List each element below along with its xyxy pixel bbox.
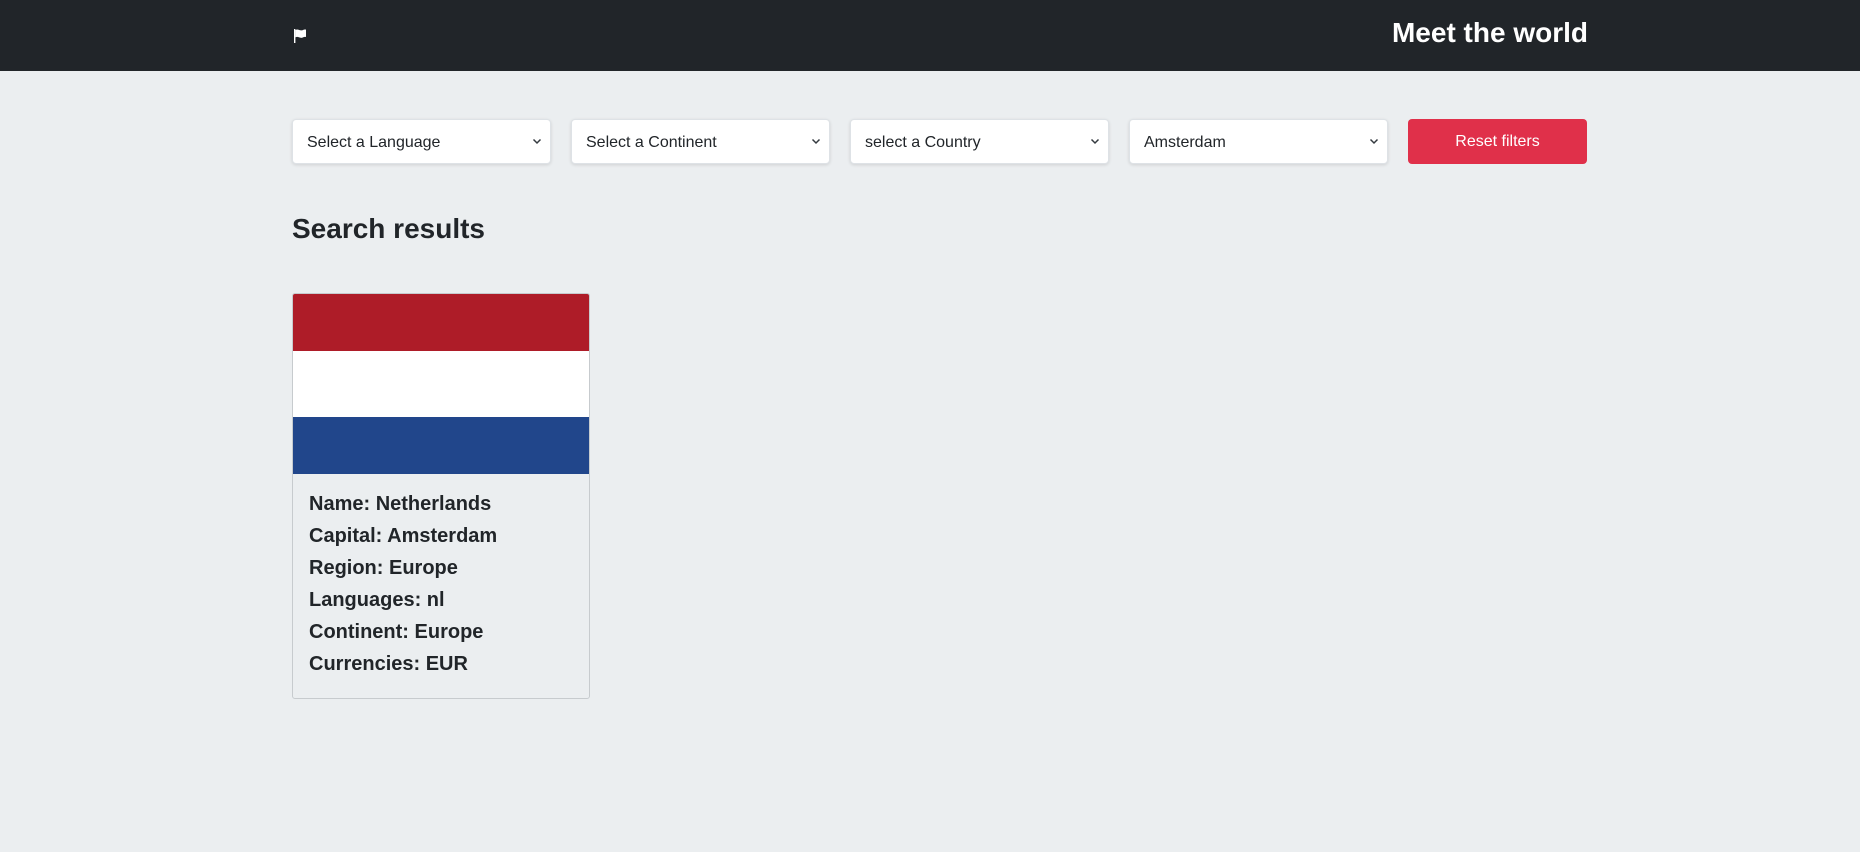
country-continent: Continent: Europe <box>309 621 484 643</box>
chevron-down-icon <box>1369 136 1379 146</box>
country-currencies: Currencies: EUR <box>309 653 468 675</box>
flag-stripe-middle <box>293 351 589 417</box>
language-select[interactable]: Select a Language <box>292 119 551 164</box>
country-flag-image <box>293 294 589 474</box>
flag-stripe-bottom <box>293 417 589 474</box>
language-select-value: Select a Language <box>307 134 441 151</box>
navbar: Meet the world <box>0 0 1860 71</box>
filter-bar: Select a Language Select a Continent sel… <box>292 119 1588 164</box>
chevron-down-icon <box>1090 136 1100 146</box>
country-select-value: select a Country <box>865 134 981 151</box>
continent-select-value: Select a Continent <box>586 134 717 151</box>
flag-stripe-top <box>293 294 589 351</box>
capital-select-value: Amsterdam <box>1144 134 1226 151</box>
capital-select[interactable]: Amsterdam <box>1129 119 1388 164</box>
reset-filters-button[interactable]: Reset filters <box>1408 119 1587 164</box>
continent-select[interactable]: Select a Continent <box>571 119 830 164</box>
country-name: Name: Netherlands <box>309 493 492 515</box>
results-heading: Search results <box>292 213 485 244</box>
site-title: Meet the world <box>1391 17 1588 48</box>
country-card[interactable]: Name: Netherlands Capital: Amsterdam Reg… <box>292 293 590 699</box>
country-region: Region: Europe <box>309 557 458 579</box>
chevron-down-icon <box>811 136 821 146</box>
country-select[interactable]: select a Country <box>850 119 1109 164</box>
chevron-down-icon <box>532 136 542 146</box>
card-body: Name: Netherlands Capital: Amsterdam Reg… <box>293 474 589 680</box>
country-languages: Languages: nl <box>309 589 445 611</box>
flag-icon[interactable] <box>290 26 310 46</box>
country-capital: Capital: Amsterdam <box>309 525 498 547</box>
